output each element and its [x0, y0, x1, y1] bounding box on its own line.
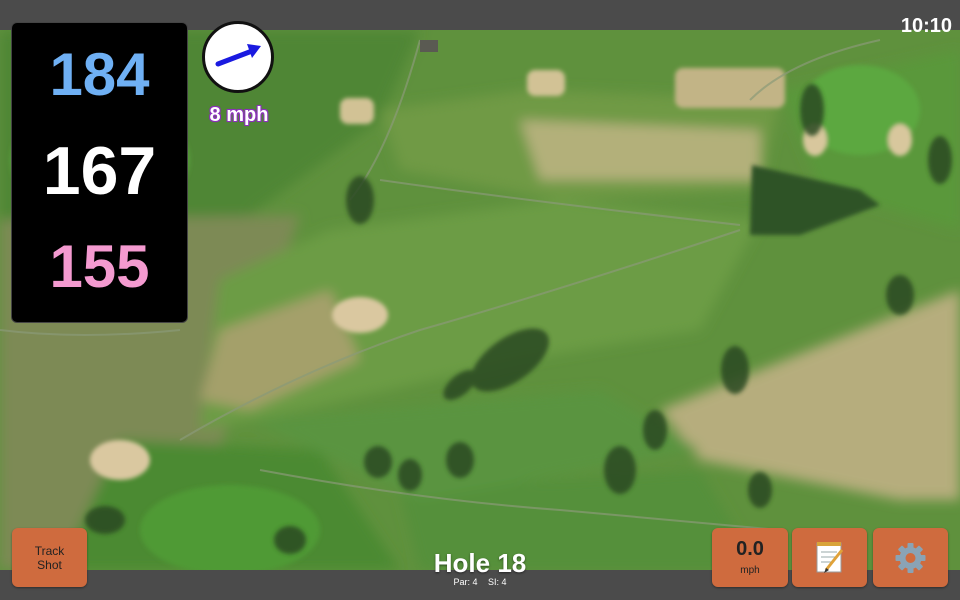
wind-indicator: [202, 21, 274, 93]
notepad-icon: [816, 542, 844, 573]
clock: 10:10: [900, 15, 952, 37]
hole-title: Hole 18: [433, 548, 527, 578]
arrow-right-up-icon: [215, 44, 261, 67]
center-yardage: 167: [42, 133, 157, 209]
speed-unit: mph: [740, 565, 760, 576]
par-label: Par: 4: [453, 577, 478, 587]
settings-button[interactable]: [873, 528, 948, 587]
speed-value: 0.0: [736, 538, 764, 560]
front-yardage: 155: [49, 233, 150, 300]
hole-info: Par: 4 SI: 4: [380, 577, 580, 587]
gear-icon: [895, 543, 926, 573]
track-shot-label-line2: Shot: [37, 558, 62, 572]
speed-button[interactable]: 0.0 mph: [712, 528, 788, 587]
yardage-panel: 184 167 155: [11, 22, 188, 323]
back-yardage: 184: [49, 41, 150, 108]
notes-button[interactable]: [792, 528, 867, 587]
wind-speed: 8 mph: [209, 104, 269, 126]
track-shot-button[interactable]: Track Shot: [12, 528, 87, 587]
track-shot-label-line1: Track: [34, 544, 65, 558]
stroke-index-label: SI: 4: [488, 577, 507, 587]
